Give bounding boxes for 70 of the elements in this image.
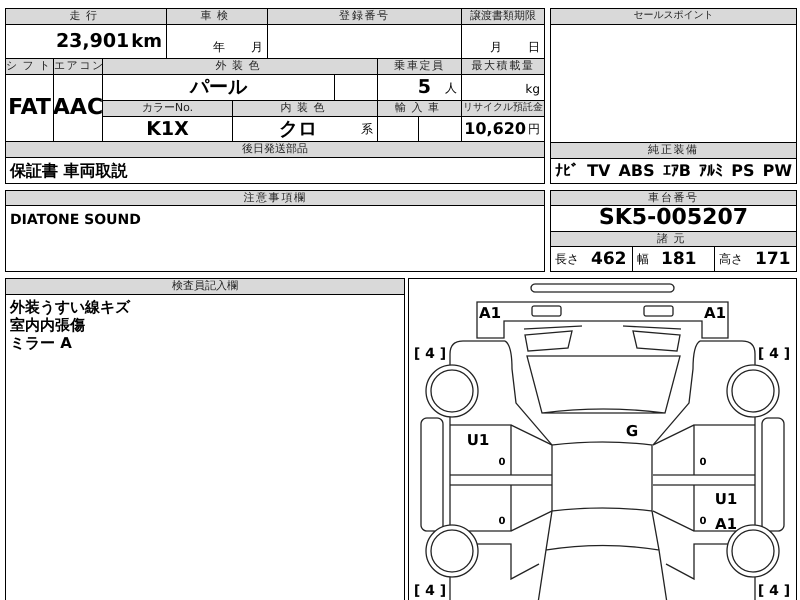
- field-value: パール: [103, 75, 334, 100]
- field-label: 諸元: [551, 232, 796, 246]
- spec-label: 長さ: [555, 251, 579, 268]
- unit-label: km: [131, 30, 162, 54]
- field-label: 外装色: [103, 59, 377, 74]
- spec-value: 462: [591, 250, 626, 268]
- inspector-note: 外装うすい線キズ: [10, 298, 130, 316]
- field-label: カラーNo.: [103, 101, 232, 116]
- unit-label: kg: [525, 81, 540, 98]
- field-value: K1X: [103, 117, 232, 141]
- equipment-item: ﾅﾋﾞ: [555, 160, 579, 182]
- equipment-item: ｱﾙﾐ: [699, 160, 724, 182]
- field-value: 23,901: [56, 31, 130, 52]
- field-label: 譲渡書類期限: [462, 9, 544, 24]
- tire-rating: [ 4 ]: [414, 346, 446, 362]
- field-label: 走行: [6, 9, 166, 24]
- spec-value: 171: [755, 250, 790, 268]
- unit-label: 系: [361, 121, 373, 138]
- equipment-item: TV: [587, 160, 610, 182]
- spec-label: 幅: [637, 251, 649, 268]
- field-label: 乗車定員: [378, 59, 461, 74]
- door-mark: 0: [700, 457, 706, 468]
- equipment-item: PS: [731, 160, 754, 182]
- field-label: 後日発送部品: [6, 142, 544, 157]
- unit-label: 人: [445, 80, 457, 96]
- field-label: 車検: [167, 9, 267, 24]
- door-mark: 0: [498, 516, 506, 527]
- door-mark: 0: [498, 457, 506, 468]
- field-label: 輸入車: [378, 101, 461, 116]
- tire-rating: [ 4 ]: [414, 583, 446, 599]
- field-label: 内装色: [233, 101, 377, 116]
- tire-rating: [ 4 ]: [758, 583, 790, 599]
- field-value: 保証書 車両取説: [6, 158, 544, 183]
- unit-label: 年: [213, 39, 225, 56]
- chassis-number: SK5-005207: [551, 206, 796, 231]
- field-label: リサイクル預託金: [462, 101, 544, 116]
- unit-label: 日: [528, 39, 540, 56]
- field-label: 検査員記入欄: [6, 279, 404, 294]
- notes-text: DIATONE SOUND: [10, 211, 141, 230]
- damage-code: A1: [704, 304, 726, 322]
- unit-label: 月: [490, 39, 502, 56]
- field-value: FAT: [6, 75, 53, 141]
- damage-code: U1: [466, 431, 490, 449]
- equipment-item: ABS: [618, 160, 655, 182]
- field-label: 純正装備: [551, 143, 796, 158]
- tire-rating: [ 4 ]: [758, 346, 790, 362]
- field-value: 10,620: [464, 120, 526, 138]
- field-value: 5: [418, 77, 431, 98]
- equipment-item: PW: [762, 160, 792, 182]
- door-mark: 0: [700, 516, 706, 527]
- unit-label: 月: [251, 39, 263, 56]
- field-label: 最大積載量: [462, 59, 544, 74]
- field-value: クロ: [278, 118, 318, 140]
- unit-label: 円: [528, 121, 540, 138]
- field-label: 注意事項欄: [6, 191, 544, 205]
- field-label: 登録番号: [268, 9, 461, 24]
- inspector-note: 室内内張傷: [10, 316, 85, 334]
- damage-code: U1: [714, 490, 738, 508]
- field-value: AAC: [54, 75, 102, 141]
- spec-value: 181: [661, 250, 696, 268]
- field-label: シフト: [6, 59, 53, 74]
- inspector-note: ミラー A: [10, 334, 72, 352]
- damage-code: A1: [714, 515, 738, 533]
- spec-label: 高さ: [719, 251, 743, 268]
- field-label: エアコン: [54, 59, 102, 74]
- equipment-item: ｴｱB: [662, 160, 691, 182]
- damage-code: A1: [478, 304, 502, 322]
- damage-code: G: [626, 422, 638, 440]
- field-label: セールスポイント: [551, 9, 796, 24]
- field-label: 車台番号: [551, 191, 796, 205]
